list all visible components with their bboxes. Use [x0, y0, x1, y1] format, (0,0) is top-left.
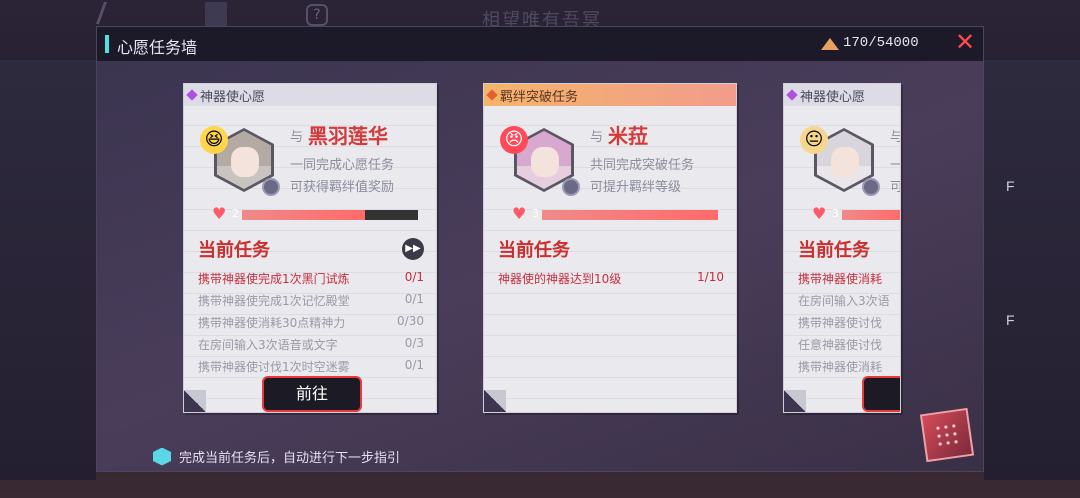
card-desc: 共同完成突破任务	[590, 158, 695, 173]
bond-level: 3	[832, 207, 839, 220]
hexagon-icon	[153, 447, 171, 466]
heart-icon: ♥	[212, 204, 227, 223]
wish-card[interactable]: 神器使心愿 😆 与 黑羽莲华 一同完成心愿任务 可获得羁绊值奖励 ♥ 2 当前任…	[183, 83, 437, 413]
card-type-label: 羁绊突破任务	[500, 89, 579, 105]
card-desc: 可获得羁绊值奖励	[290, 180, 395, 195]
title-accent	[105, 35, 109, 53]
background-floor-label: F	[1006, 312, 1015, 328]
task-name: 携带神器使消耗	[798, 272, 883, 286]
angry-emoji-icon: 😠	[500, 126, 528, 154]
task-progress: 0/1	[404, 292, 424, 306]
task-row: 任意神器使讨伐	[798, 334, 900, 354]
task-progress: 1/10	[697, 270, 724, 284]
footer-hint: 完成当前任务后，自动进行下一步指引	[153, 447, 400, 466]
sync-badge-icon	[862, 178, 880, 196]
current-task-heading: 当前任务	[198, 240, 270, 261]
task-name: 在房间输入3次语	[798, 294, 890, 308]
card-desc: 可提升羁绊等级	[590, 180, 682, 195]
panel-title: 心愿任务墙	[117, 38, 198, 57]
currency-value: 170/54000	[843, 35, 919, 51]
task-row: 神器使的神器达到10级 1/10	[498, 268, 724, 288]
task-name: 携带神器使完成1次记忆殿堂	[198, 294, 350, 308]
card-desc: 一同完成心愿任务	[290, 158, 395, 173]
task-name: 携带神器使完成1次黑门试炼	[198, 272, 350, 286]
task-name: 携带神器使讨伐	[798, 316, 883, 330]
task-name: 神器使的神器达到10级	[498, 272, 622, 286]
character-name: 米菈	[608, 124, 648, 148]
current-task-heading: 当前任务	[798, 240, 870, 261]
with-label: 与	[590, 130, 604, 145]
diamond-icon	[486, 89, 498, 101]
task-name: 携带神器使讨伐1次时空迷雾	[198, 360, 350, 374]
heart-icon: ♥	[812, 204, 827, 223]
background-left	[0, 60, 96, 480]
bond-fill	[542, 210, 718, 220]
bond-bar	[842, 210, 900, 220]
diamond-icon	[186, 89, 198, 101]
task-name: 携带神器使消耗	[798, 360, 883, 374]
card-desc: 可	[890, 176, 900, 195]
currency-display: 170/54000	[821, 35, 919, 51]
footer-hint-text: 完成当前任务后，自动进行下一步指引	[179, 451, 401, 466]
bond-bar	[242, 210, 418, 220]
close-button[interactable]: ✕	[953, 30, 977, 55]
go-button[interactable]: 前	[862, 376, 900, 412]
character-name: 黑羽莲华	[308, 124, 388, 148]
bond-fill	[242, 210, 366, 220]
task-row: 携带神器使消耗	[798, 356, 900, 376]
back-icon	[95, 2, 125, 24]
bond-bar	[542, 210, 718, 220]
crown-icon	[821, 36, 839, 50]
task-row: 携带神器使完成1次黑门试炼 0/1	[198, 268, 424, 288]
task-name: 任意神器使讨伐	[798, 338, 883, 352]
task-name: 携带神器使消耗30点精神力	[198, 316, 346, 330]
task-row: 携带神器使消耗30点精神力 0/30	[198, 312, 424, 332]
city-icon	[205, 2, 227, 26]
card-type: 神器使心愿	[184, 84, 436, 106]
with-label: 与	[890, 126, 900, 145]
card-type-label: 神器使心愿	[200, 89, 266, 105]
card-type-label: 神器使心愿	[800, 89, 866, 105]
background-right: F F	[984, 60, 1080, 480]
bond-level: 3	[532, 207, 539, 220]
neutral-emoji-icon: 😐	[800, 126, 828, 154]
task-row: 在房间输入3次语音或文字 0/3	[198, 334, 424, 354]
happy-emoji-icon: 😆	[200, 126, 228, 154]
heart-icon: ♥	[512, 204, 527, 223]
task-row: 在房间输入3次语	[798, 290, 900, 310]
wish-task-panel: 心愿任务墙 170/54000 ✕ 神器使心愿 😆 与 黑羽莲华 一同完成心愿任…	[96, 26, 984, 472]
task-progress: 0/3	[404, 336, 424, 350]
card-type: 羁绊突破任务	[484, 84, 736, 106]
panel-body: 神器使心愿 😆 与 黑羽莲华 一同完成心愿任务 可获得羁绊值奖励 ♥ 2 当前任…	[97, 61, 983, 471]
task-progress: 0/30	[397, 314, 424, 328]
task-name: 在房间输入3次语音或文字	[198, 338, 338, 352]
sync-badge-icon	[262, 178, 280, 196]
fast-forward-button[interactable]: ▶▶	[402, 238, 424, 260]
card-type: 神器使心愿	[784, 84, 900, 106]
bond-level: 2	[232, 207, 239, 220]
bond-breakthrough-card[interactable]: 羁绊突破任务 😠 与 米菈 共同完成突破任务 可提升羁绊等级 ♥ 3 当前任务 …	[483, 83, 737, 413]
diamond-icon	[786, 89, 798, 101]
with-label: 与	[290, 130, 304, 145]
task-progress: 0/1	[404, 358, 424, 372]
sync-badge-icon	[562, 178, 580, 196]
task-row: 携带神器使讨伐	[798, 312, 900, 332]
task-row: 携带神器使完成1次记忆殿堂 0/1	[198, 290, 424, 310]
background-floor-label: F	[1006, 178, 1015, 194]
task-row: 携带神器使消耗	[798, 268, 900, 288]
cube-icon[interactable]	[919, 407, 975, 463]
panel-header: 心愿任务墙 170/54000 ✕	[97, 27, 983, 61]
help-icon: ?	[306, 4, 328, 26]
wish-card[interactable]: 神器使心愿 😐 与 一 可 ♥ 3 当前任务 携带神器使消耗 在房间输入3次语	[783, 83, 901, 413]
task-row: 携带神器使讨伐1次时空迷雾 0/1	[198, 356, 424, 376]
go-button[interactable]: 前往	[262, 376, 362, 412]
card-desc: 一	[890, 154, 900, 173]
bond-fill	[842, 210, 900, 220]
current-task-heading: 当前任务	[498, 240, 570, 261]
task-progress: 0/1	[404, 270, 424, 284]
